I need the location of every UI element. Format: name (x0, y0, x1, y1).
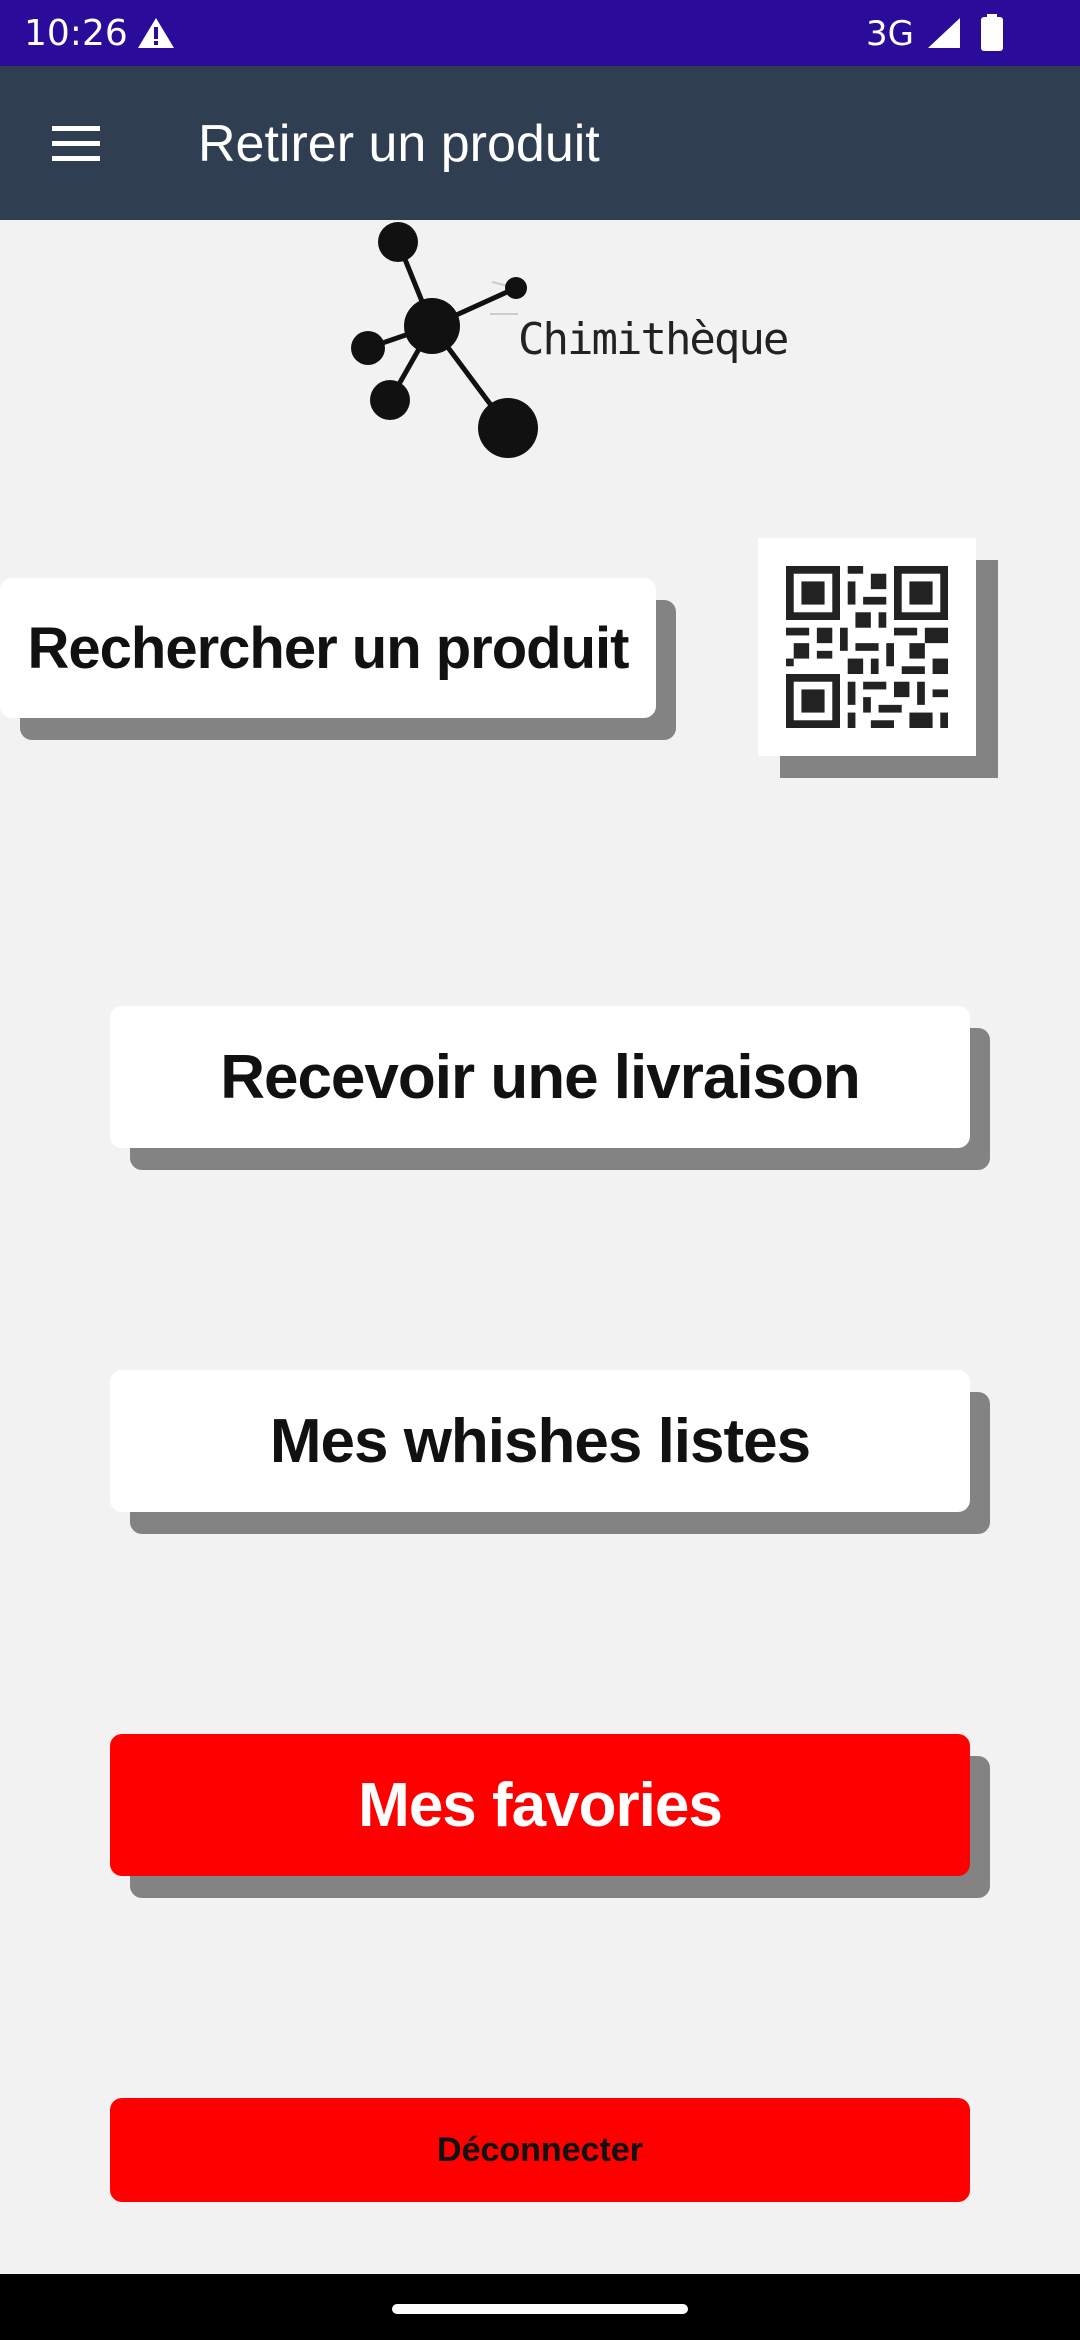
chimitheque-logo: Chimithèque (340, 214, 789, 464)
network-type: 3G (866, 14, 914, 54)
page-title: Retirer un produit (198, 115, 600, 173)
qr-scan-button-wrapper (758, 538, 998, 778)
status-time: 10:26 (24, 13, 128, 54)
navigation-bar (0, 2274, 1080, 2340)
favorites-button-wrapper: Mes favories (110, 1734, 990, 1898)
favorites-button[interactable]: Mes favories (110, 1734, 970, 1876)
receive-delivery-button[interactable]: Recevoir une livraison (110, 1006, 970, 1148)
qr-scan-button[interactable] (758, 538, 976, 756)
logout-button[interactable]: Déconnecter (110, 2098, 970, 2202)
wishlists-button[interactable]: Mes whishes listes (110, 1370, 970, 1512)
wishlists-button-wrapper: Mes whishes listes (110, 1370, 990, 1534)
qr-code-icon (786, 566, 948, 728)
warning-icon (136, 16, 176, 55)
app-bar: Retirer un produit (0, 66, 1080, 220)
receive-delivery-button-wrapper: Recevoir une livraison (110, 1006, 990, 1170)
home-gesture-handle[interactable] (392, 2304, 688, 2314)
menu-icon[interactable] (46, 124, 106, 164)
search-product-button-wrapper: Rechercher un produit (0, 578, 676, 740)
logo-text: Chimithèque (518, 314, 789, 365)
battery-icon (980, 14, 1004, 57)
search-product-button[interactable]: Rechercher un produit (0, 578, 656, 718)
status-bar: 10:26 3G (0, 0, 1080, 66)
signal-icon (926, 16, 962, 55)
